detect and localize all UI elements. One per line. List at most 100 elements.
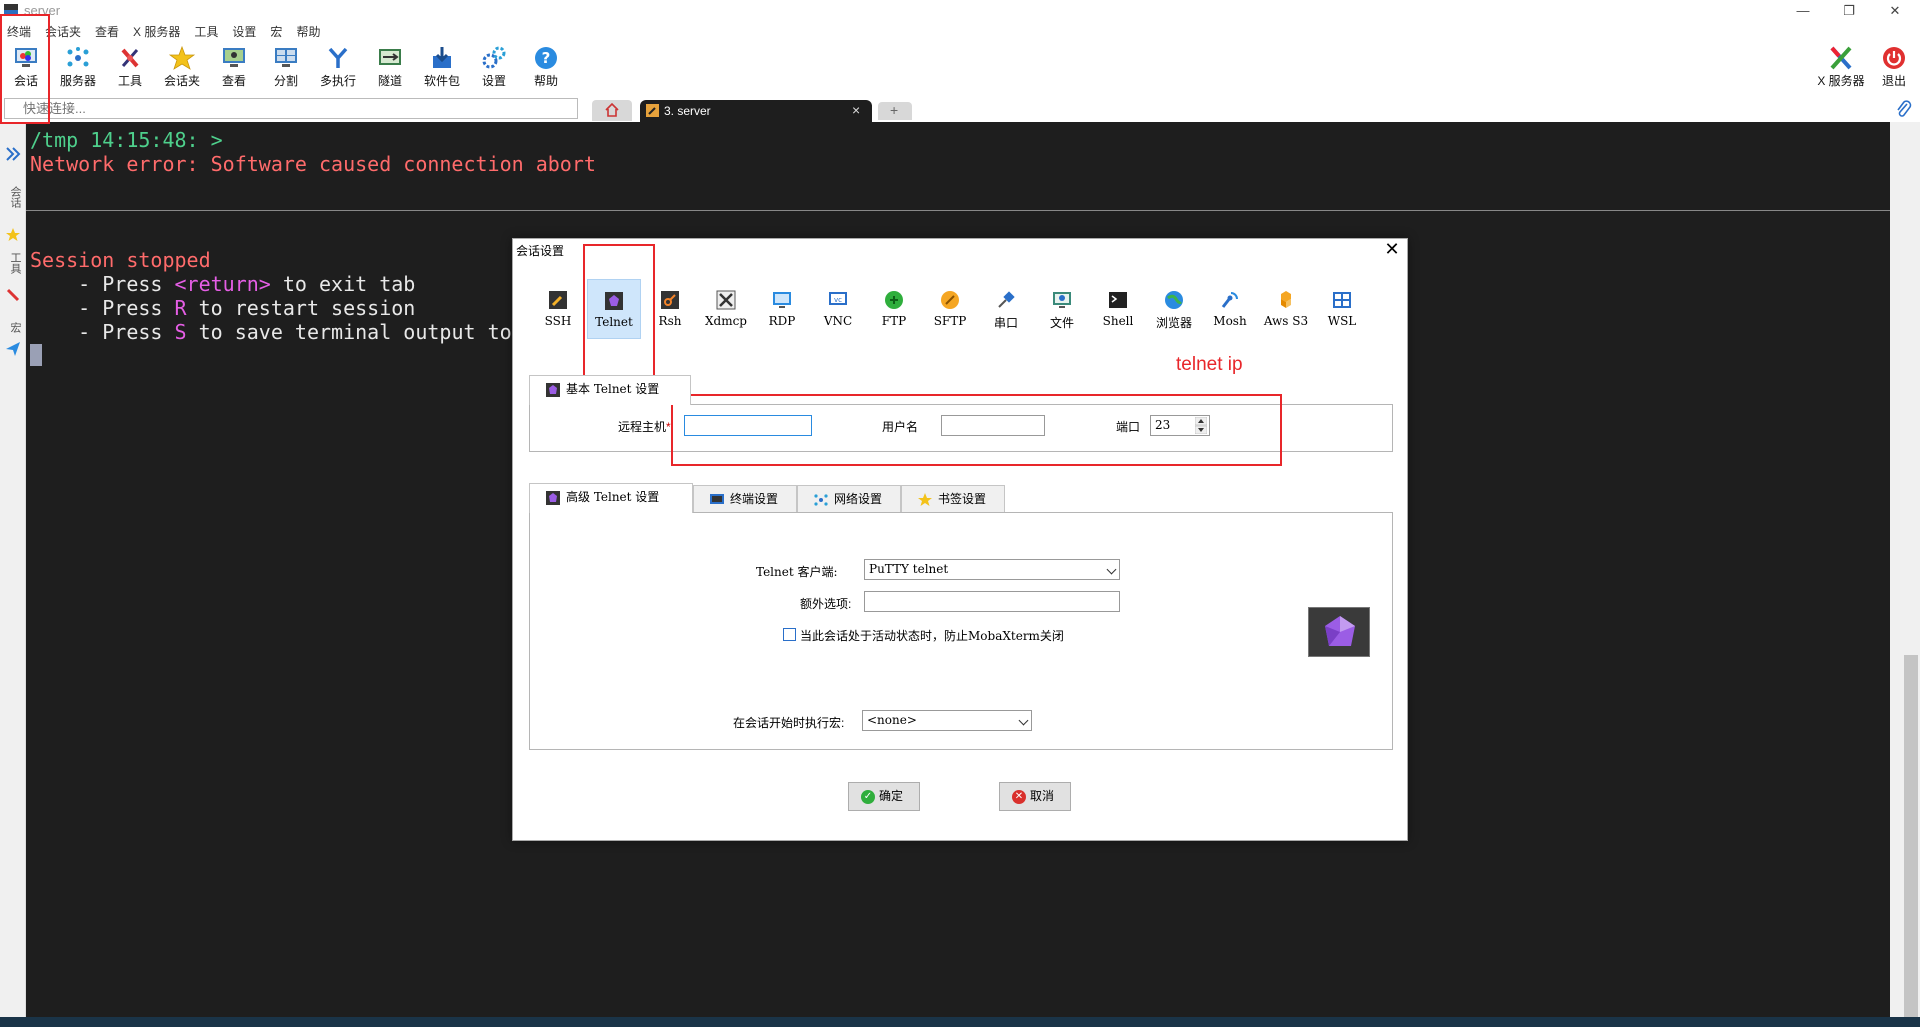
extra-options-input[interactable]: [864, 591, 1120, 612]
sidebar-item-tools[interactable]: 工具: [3, 252, 23, 274]
tab-advanced-telnet-settings[interactable]: 高级 Telnet 设置: [529, 483, 693, 513]
paperclip-icon[interactable]: [1896, 100, 1912, 118]
cancel-button[interactable]: ✕ 取消: [999, 782, 1071, 811]
ok-button[interactable]: ✓ 确定: [848, 782, 920, 811]
menu-bar: 终端 会话夹 查看 X 服务器 工具 设置宏帮助: [0, 22, 1920, 42]
new-tab-button[interactable]: +: [878, 102, 912, 120]
toolbar-packages-button[interactable]: 软件包: [416, 44, 468, 94]
servers-icon: [67, 47, 89, 67]
toolbar-multiexec-button[interactable]: 多执行: [312, 44, 364, 94]
session-type-ssh[interactable]: SSH: [531, 279, 585, 339]
startup-macro-select[interactable]: <none>: [862, 710, 1032, 731]
sidebar-item-macros[interactable]: 宏: [3, 322, 23, 333]
tab-label: 高级 Telnet 设置: [566, 490, 660, 504]
session-type-file[interactable]: 文件: [1035, 279, 1089, 339]
chevron-down-icon: [1106, 564, 1117, 575]
session-divider: [26, 210, 1890, 211]
remote-host-label: 远程主机*: [618, 418, 671, 435]
session-type-serial[interactable]: 串口: [979, 279, 1033, 339]
menu-macros[interactable]: 宏: [263, 22, 289, 42]
toolbar-tools-button[interactable]: 工具: [104, 44, 156, 94]
toolbar-servers-button[interactable]: 服务器: [52, 44, 104, 94]
sidebar-item-sessions[interactable]: 会话: [3, 186, 23, 208]
star-icon: [918, 493, 932, 506]
ssh-icon: [549, 291, 567, 309]
prevent-close-checkbox[interactable]: [783, 628, 796, 641]
browser-icon: [1165, 291, 1183, 309]
quick-connect-input[interactable]: [4, 98, 578, 119]
session-type-sftp[interactable]: SFTP: [923, 279, 977, 339]
session-type-xdmcp[interactable]: Xdmcp: [699, 279, 753, 339]
session-type-shell[interactable]: Shell: [1091, 279, 1145, 339]
session-type-vnc[interactable]: vc VNC: [811, 279, 865, 339]
toolbar-settings-button[interactable]: 设置: [468, 44, 520, 94]
session-type-mosh[interactable]: Mosh: [1203, 279, 1257, 339]
menu-tools[interactable]: 工具: [187, 22, 225, 42]
plus-icon: +: [890, 102, 899, 118]
minimize-button[interactable]: —: [1780, 0, 1826, 22]
telnet-crystal-icon: [1325, 616, 1355, 646]
toolbar-bookmarks-button[interactable]: 会话夹: [156, 44, 208, 94]
taskbar-strip: [0, 1017, 1920, 1027]
session-type-aws-s3[interactable]: Aws S3: [1259, 279, 1313, 339]
view-icon: [223, 48, 245, 67]
toolbar-tunnel-button[interactable]: 隧道: [364, 44, 416, 94]
tools-icon[interactable]: [6, 288, 20, 302]
toolbar-view-button[interactable]: 查看: [208, 44, 260, 94]
telnet-icon: [546, 491, 560, 505]
tab-bookmark-settings[interactable]: 书签设置: [901, 485, 1005, 513]
menu-help[interactable]: 帮助: [289, 22, 327, 42]
power-icon: [1883, 47, 1905, 69]
required-marker: *: [666, 420, 671, 434]
session-type-label: 串口: [993, 316, 1018, 330]
session-type-wsl[interactable]: WSL: [1315, 279, 1369, 339]
tab-basic-telnet-settings[interactable]: 基本 Telnet 设置: [529, 375, 691, 405]
monitor-icon: [710, 494, 724, 504]
prevent-close-label[interactable]: 当此会话处于活动状态时，防止MobaXterm关闭: [800, 627, 1064, 644]
tab-terminal-settings[interactable]: 终端设置: [693, 485, 797, 513]
chevron-down-icon: [1018, 715, 1029, 726]
dialog-close-button[interactable]: ✕: [1379, 239, 1405, 261]
hint-key: S: [174, 320, 187, 344]
menu-view[interactable]: 查看: [88, 22, 126, 42]
home-icon: [605, 103, 619, 117]
send-icon[interactable]: [6, 342, 20, 356]
toolbar-label: X 服务器: [1817, 74, 1865, 88]
hint-text: to exit tab: [270, 272, 416, 296]
close-window-button[interactable]: ✕: [1872, 0, 1918, 22]
cancel-label: 取消: [1030, 789, 1055, 803]
toolbar-help-button[interactable]: ? 帮助: [520, 44, 572, 94]
main-toolbar: 会话 服务器 工具 会话夹 查看 分割 多执行 隧道 软件包 设置 ? 帮助 X…: [0, 42, 1920, 96]
toolbar-label: 服务器: [59, 74, 96, 88]
telnet-client-select[interactable]: PuTTY telnet: [864, 559, 1120, 580]
side-panel: 会话 工具 宏: [0, 122, 26, 1017]
scrollbar-thumb[interactable]: [1904, 655, 1918, 1017]
tools-icon: [121, 48, 139, 68]
tab-network-settings[interactable]: 网络设置: [797, 485, 901, 513]
toolbar-label: 帮助: [533, 74, 558, 88]
session-type-label: FTP: [881, 314, 907, 328]
split-icon: [275, 48, 297, 67]
session-type-rdp[interactable]: RDP: [755, 279, 809, 339]
shell-icon: [1109, 292, 1127, 308]
session-type-browser[interactable]: 浏览器: [1147, 279, 1201, 339]
check-icon: ✓: [861, 790, 875, 804]
menu-settings[interactable]: 设置: [225, 22, 263, 42]
session-stopped-line: Session stopped: [30, 248, 211, 272]
terminal-prompt: /tmp 14:15:48: >: [30, 128, 223, 152]
session-type-ftp[interactable]: FTP: [867, 279, 921, 339]
tab-close-icon[interactable]: ×: [852, 102, 860, 118]
toolbar-label: 工具: [117, 74, 142, 88]
toolbar-exit-button[interactable]: 退出: [1868, 44, 1920, 94]
extra-options-label: 额外选项:: [800, 597, 852, 611]
star-icon[interactable]: [6, 228, 20, 242]
aws-s3-icon: [1281, 291, 1291, 308]
tab-server-session[interactable]: 3. server ×: [640, 100, 872, 122]
session-type-label: Shell: [1102, 314, 1134, 328]
toolbar-x-server-button[interactable]: X 服务器: [1812, 44, 1870, 94]
expand-sidebar-icon[interactable]: [5, 146, 21, 162]
restore-button[interactable]: ❐: [1826, 0, 1872, 22]
toolbar-split-button[interactable]: 分割: [260, 44, 312, 94]
menu-x-server[interactable]: X 服务器: [126, 22, 187, 42]
home-tab[interactable]: [592, 100, 632, 121]
